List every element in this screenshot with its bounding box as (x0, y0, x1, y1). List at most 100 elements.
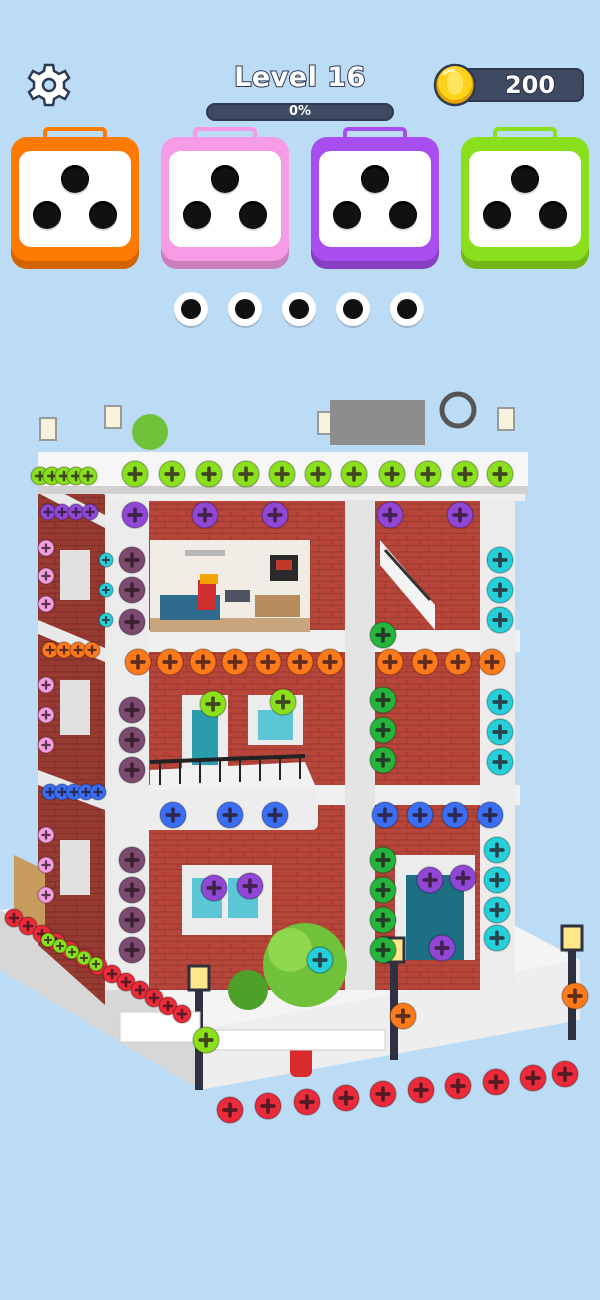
screw-icon[interactable] (216, 801, 244, 829)
screw-icon[interactable] (482, 1068, 510, 1096)
empty-screw-slot[interactable] (228, 292, 262, 326)
empty-screw-slot[interactable] (174, 292, 208, 326)
screw-icon[interactable] (369, 746, 397, 774)
screw-icon[interactable] (121, 460, 149, 488)
screw-icon[interactable] (483, 896, 511, 924)
screw-icon[interactable] (411, 648, 439, 676)
screw-icon[interactable] (416, 866, 444, 894)
screw-icon[interactable] (118, 906, 146, 934)
screw-icon[interactable] (369, 716, 397, 744)
screw-icon[interactable] (118, 846, 146, 874)
screw-box-orange[interactable] (11, 127, 139, 273)
screw-icon[interactable] (118, 546, 146, 574)
screw-icon[interactable] (551, 1060, 579, 1088)
screw-icon[interactable] (476, 801, 504, 829)
screw-icon[interactable] (444, 648, 472, 676)
screw-icon[interactable] (414, 460, 442, 488)
screw-icon[interactable] (478, 648, 506, 676)
screw-icon[interactable] (561, 982, 589, 1010)
screw-icon[interactable] (232, 460, 260, 488)
screw-icon[interactable] (332, 1084, 360, 1112)
screw-icon[interactable] (268, 460, 296, 488)
screw-icon[interactable] (81, 503, 99, 521)
screw-icon[interactable] (406, 801, 434, 829)
screw-icon[interactable] (159, 801, 187, 829)
screw-icon[interactable] (441, 801, 469, 829)
screw-icon[interactable] (200, 874, 228, 902)
screw-icon[interactable] (189, 648, 217, 676)
screw-box-purple[interactable] (311, 127, 439, 273)
screw-icon[interactable] (451, 460, 479, 488)
screw-icon[interactable] (191, 501, 219, 529)
screw-icon[interactable] (37, 856, 55, 874)
screw-icon[interactable] (124, 648, 152, 676)
screw-icon[interactable] (428, 934, 456, 962)
screw-box-pink[interactable] (161, 127, 289, 273)
screw-icon[interactable] (254, 1092, 282, 1120)
screw-icon[interactable] (376, 648, 404, 676)
screw-icon[interactable] (369, 876, 397, 904)
screw-icon[interactable] (37, 595, 55, 613)
screw-icon[interactable] (369, 686, 397, 714)
screw-icon[interactable] (286, 648, 314, 676)
screw-icon[interactable] (407, 1076, 435, 1104)
screw-icon[interactable] (483, 924, 511, 952)
empty-screw-slot[interactable] (336, 292, 370, 326)
screw-icon[interactable] (376, 501, 404, 529)
screw-icon[interactable] (486, 718, 514, 746)
screw-icon[interactable] (304, 460, 332, 488)
screw-icon[interactable] (261, 801, 289, 829)
screw-icon[interactable] (199, 690, 227, 718)
screw-icon[interactable] (89, 783, 107, 801)
screw-icon[interactable] (37, 736, 55, 754)
screw-icon[interactable] (269, 688, 297, 716)
screw-icon[interactable] (121, 501, 149, 529)
screw-icon[interactable] (98, 582, 114, 598)
screw-icon[interactable] (118, 696, 146, 724)
screw-icon[interactable] (444, 1072, 472, 1100)
screw-icon[interactable] (449, 864, 477, 892)
screw-icon[interactable] (483, 836, 511, 864)
screw-icon[interactable] (118, 876, 146, 904)
screw-icon[interactable] (98, 552, 114, 568)
screw-icon[interactable] (118, 608, 146, 636)
screw-icon[interactable] (88, 956, 104, 972)
screw-icon[interactable] (192, 1026, 220, 1054)
screw-icon[interactable] (340, 460, 368, 488)
screw-icon[interactable] (316, 648, 344, 676)
screw-icon[interactable] (369, 1080, 397, 1108)
screw-icon[interactable] (37, 567, 55, 585)
screw-icon[interactable] (486, 606, 514, 634)
screw-icon[interactable] (446, 501, 474, 529)
screw-icon[interactable] (293, 1088, 321, 1116)
empty-screw-slot[interactable] (390, 292, 424, 326)
screw-icon[interactable] (486, 460, 514, 488)
screw-icon[interactable] (306, 946, 334, 974)
screw-icon[interactable] (37, 886, 55, 904)
empty-screw-slot[interactable] (282, 292, 316, 326)
screw-icon[interactable] (78, 466, 98, 486)
screw-box-lime[interactable] (461, 127, 589, 273)
screw-icon[interactable] (156, 648, 184, 676)
screw-icon[interactable] (369, 846, 397, 874)
settings-gear-icon[interactable] (26, 62, 72, 108)
screw-icon[interactable] (37, 706, 55, 724)
screw-icon[interactable] (483, 866, 511, 894)
screw-icon[interactable] (369, 621, 397, 649)
screw-icon[interactable] (221, 648, 249, 676)
screw-icon[interactable] (486, 748, 514, 776)
screw-icon[interactable] (37, 539, 55, 557)
screw-icon[interactable] (371, 801, 399, 829)
screw-icon[interactable] (369, 936, 397, 964)
building-puzzle[interactable] (0, 390, 600, 1150)
screw-icon[interactable] (118, 576, 146, 604)
screw-icon[interactable] (254, 648, 282, 676)
screw-icon[interactable] (98, 612, 114, 628)
screw-icon[interactable] (389, 1002, 417, 1030)
screw-icon[interactable] (118, 756, 146, 784)
screw-icon[interactable] (236, 872, 264, 900)
screw-icon[interactable] (486, 688, 514, 716)
screw-icon[interactable] (118, 726, 146, 754)
screw-icon[interactable] (486, 576, 514, 604)
screw-icon[interactable] (195, 460, 223, 488)
